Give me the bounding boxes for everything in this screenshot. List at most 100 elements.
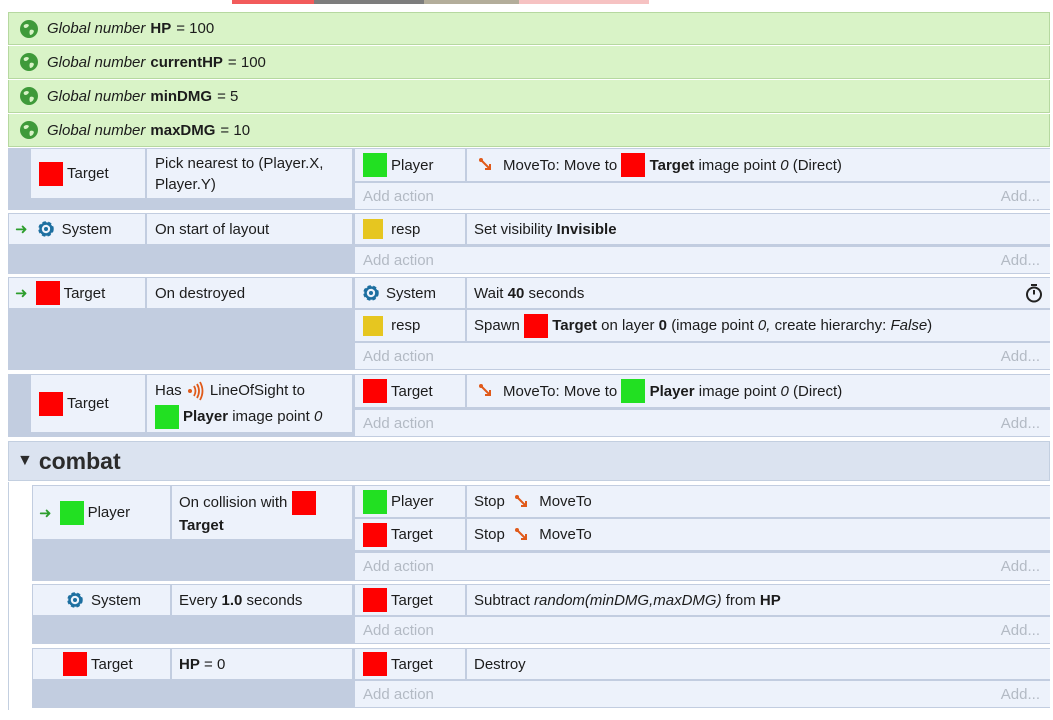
- object-name: Target: [63, 284, 106, 302]
- object-name: System: [386, 284, 437, 302]
- action-object-cell[interactable]: Target: [355, 585, 465, 615]
- action-object-cell[interactable]: Player: [355, 149, 465, 181]
- condition-cell[interactable]: Has LineOfSight to Player image point 0: [147, 375, 352, 432]
- event-object-cell[interactable]: Target: [33, 649, 170, 679]
- add-link[interactable]: Add...: [1001, 558, 1040, 575]
- action-value: False: [890, 317, 928, 334]
- action-object-cell[interactable]: System: [355, 278, 465, 308]
- global-var-mindmg[interactable]: Global number minDMG = 5: [8, 80, 1050, 113]
- action-cell[interactable]: MoveTo: Move to Target image point 0 (Di…: [467, 149, 1050, 181]
- condition-value: 0: [313, 408, 323, 425]
- add-action-link[interactable]: Add action: [363, 558, 434, 575]
- global-keyword: Global number: [47, 53, 146, 71]
- globe-icon: [20, 87, 38, 105]
- global-name: HP: [150, 20, 172, 37]
- object-name: Target: [67, 165, 109, 182]
- action-text: image point: [698, 382, 777, 400]
- top-strip-tan: [424, 0, 519, 4]
- event-object-cell[interactable]: ➜ Player: [33, 486, 170, 539]
- condition-value: 1.0: [221, 591, 243, 609]
- action-cell[interactable]: Set visibility Invisible: [467, 214, 1050, 244]
- global-name: minDMG: [150, 87, 213, 105]
- action-cell[interactable]: Spawn Target on layer 0 (image point 0, …: [467, 310, 1050, 341]
- global-var-maxdmg[interactable]: Global number maxDMG = 10: [8, 114, 1050, 147]
- condition-text: Every: [179, 591, 218, 609]
- event-object-cell[interactable]: ➜ Target: [9, 278, 145, 308]
- action-cell[interactable]: Subtract random(minDMG,maxDMG) from HP: [467, 585, 1050, 615]
- action-text: Stop: [474, 526, 505, 543]
- add-action-row[interactable]: Add action Add...: [355, 343, 1050, 369]
- condition-cell[interactable]: HP = 0: [172, 649, 352, 679]
- action-cell[interactable]: Wait 40 seconds: [467, 278, 1050, 308]
- condition-target: Player: [183, 408, 229, 425]
- global-keyword: Global number: [47, 20, 146, 37]
- action-cell[interactable]: Destroy: [467, 649, 1050, 679]
- action-variable: HP: [759, 591, 781, 609]
- add-action-row[interactable]: Add action Add...: [355, 617, 1050, 643]
- system-gear-icon: [67, 592, 83, 608]
- action-cell[interactable]: MoveTo: Move to Player image point 0 (Di…: [467, 375, 1050, 407]
- add-action-link[interactable]: Add action: [363, 348, 434, 365]
- group-title: combat: [38, 447, 121, 474]
- top-strip-gray: [314, 0, 424, 4]
- target-sprite-icon: [39, 161, 63, 186]
- action-object-cell[interactable]: Target: [355, 649, 465, 679]
- event-object-cell[interactable]: System: [33, 585, 170, 615]
- add-action-row[interactable]: Add action Add...: [355, 247, 1050, 273]
- add-action-link[interactable]: Add action: [363, 252, 434, 269]
- action-value: 0: [658, 317, 668, 334]
- condition-cell[interactable]: Every 1.0 seconds: [172, 585, 352, 615]
- object-name: System: [61, 220, 112, 238]
- event-object-cell[interactable]: ➜ System: [9, 214, 145, 244]
- condition-cell[interactable]: On start of layout: [147, 214, 352, 244]
- event-object-cell[interactable]: Target: [31, 375, 145, 432]
- target-sprite-icon: [524, 313, 549, 338]
- condition-cell[interactable]: On destroyed: [147, 278, 352, 308]
- condition-text: image point: [232, 408, 310, 425]
- action-object-cell[interactable]: resp: [355, 214, 465, 244]
- behavior-name: MoveTo: [539, 493, 592, 510]
- add-link[interactable]: Add...: [1001, 252, 1040, 269]
- object-name: Player: [87, 504, 131, 521]
- action-cell[interactable]: Stop MoveTo: [467, 519, 1050, 550]
- add-action-row[interactable]: Add action Add...: [355, 681, 1050, 707]
- object-name: Target: [91, 655, 133, 673]
- action-cell[interactable]: Stop MoveTo: [467, 486, 1050, 517]
- condition-text: seconds: [246, 591, 303, 609]
- object-name: Player: [391, 493, 434, 510]
- action-text: create hierarchy:: [774, 317, 887, 334]
- add-action-row[interactable]: Add action Add...: [355, 553, 1050, 580]
- add-action-row[interactable]: Add action Add...: [355, 410, 1050, 436]
- target-sprite-icon: [621, 153, 646, 177]
- action-object-cell[interactable]: Target: [355, 519, 465, 550]
- action-text: (image point: [671, 317, 754, 334]
- action-text: from: [725, 591, 756, 609]
- condition-cell[interactable]: Pick nearest to (Player.X, Player.Y): [147, 149, 352, 198]
- action-object-cell[interactable]: Target: [355, 375, 465, 407]
- event-object-cell[interactable]: Target: [31, 149, 145, 198]
- add-action-link[interactable]: Add action: [363, 686, 434, 703]
- condition-variable: HP: [179, 655, 200, 673]
- condition-cell[interactable]: On collision with Target: [172, 486, 352, 539]
- global-value: = 5: [217, 87, 239, 105]
- group-border: [8, 482, 9, 710]
- global-var-currenthp[interactable]: Global number currentHP = 100: [8, 46, 1050, 79]
- collapse-triangle-icon[interactable]: ▼: [17, 452, 33, 470]
- condition-text: On collision with: [179, 494, 288, 511]
- add-action-link[interactable]: Add action: [363, 188, 434, 205]
- add-action-link[interactable]: Add action: [363, 415, 434, 432]
- target-sprite-icon: [63, 652, 87, 676]
- add-link[interactable]: Add...: [1001, 415, 1040, 432]
- add-action-row[interactable]: Add action Add...: [355, 183, 1050, 209]
- action-object-cell[interactable]: resp: [355, 310, 465, 341]
- action-text: (Direct): [792, 156, 842, 174]
- add-action-link[interactable]: Add action: [363, 622, 434, 639]
- global-var-hp[interactable]: Global number HP = 100: [8, 12, 1050, 45]
- action-object-cell[interactable]: Player: [355, 486, 465, 517]
- group-header-combat[interactable]: ▼ combat: [8, 441, 1050, 481]
- add-link[interactable]: Add...: [1001, 686, 1040, 703]
- add-link[interactable]: Add...: [1001, 348, 1040, 365]
- add-link[interactable]: Add...: [1001, 188, 1040, 205]
- add-link[interactable]: Add...: [1001, 622, 1040, 639]
- action-value: Invisible: [556, 220, 617, 238]
